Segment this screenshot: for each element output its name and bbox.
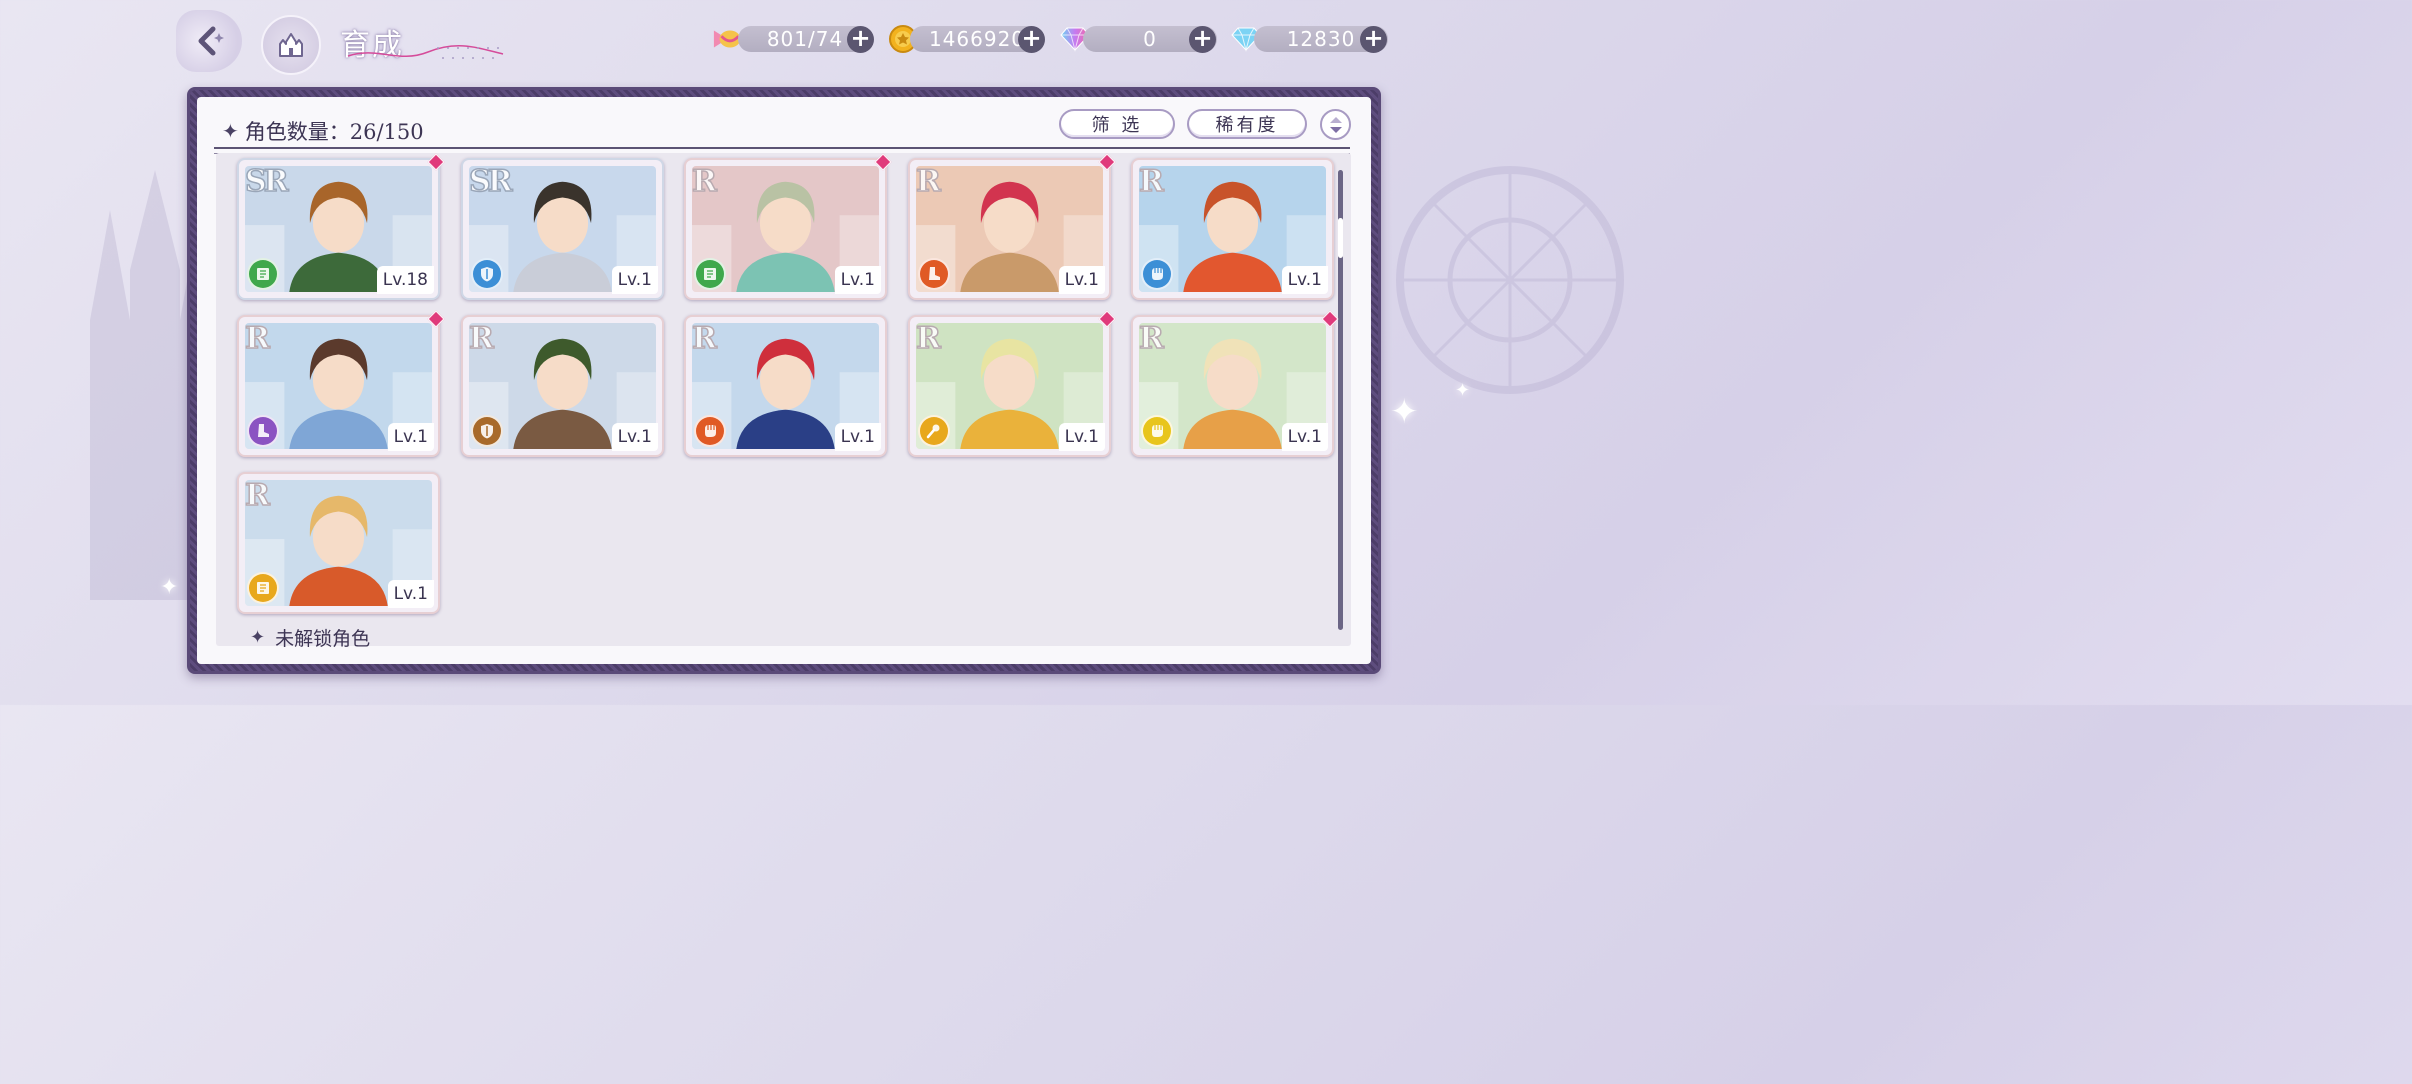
castle-home-icon <box>279 33 303 57</box>
level-label: Lv.1 <box>834 423 881 451</box>
character-card[interactable]: SR Lv.18 <box>237 153 445 300</box>
boot-icon <box>247 415 279 447</box>
staff-icon <box>918 415 950 447</box>
book-icon <box>247 258 279 290</box>
character-card[interactable]: R Lv.1 <box>237 310 445 457</box>
sparkle-decoration: ✦ <box>1455 380 1471 401</box>
book-icon <box>247 572 279 604</box>
add-gold-button[interactable]: + <box>1018 26 1045 53</box>
sparkle-bullet-icon: ✦ <box>222 119 239 143</box>
fist-icon <box>1141 415 1173 447</box>
locked-characters-section: ✦ 未解锁角色 <box>250 624 370 651</box>
scrollbar-thumb[interactable] <box>1338 218 1343 258</box>
boot-icon <box>918 258 950 290</box>
level-label: Lv.18 <box>376 266 434 294</box>
sort-order-toggle[interactable] <box>1320 109 1351 140</box>
shield-icon <box>471 258 503 290</box>
title-underline-decoration <box>347 45 504 59</box>
character-card[interactable]: R Lv.1 <box>684 315 887 457</box>
home-button[interactable] <box>261 15 321 75</box>
rarity-badge: R <box>915 320 941 357</box>
rarity-badge: R <box>691 163 717 200</box>
rarity-badge: R <box>244 320 270 357</box>
rarity-badge: R <box>1138 320 1164 357</box>
sort-rarity-button[interactable]: 稀有度 <box>1187 109 1307 139</box>
back-arrow-icon <box>198 26 224 56</box>
rarity-badge: SR <box>244 163 289 200</box>
level-label: Lv.1 <box>387 580 434 608</box>
shield-icon <box>471 415 503 447</box>
locked-characters-label: 未解锁角色 <box>275 628 371 650</box>
sparkle-bullet-icon: ✦ <box>250 627 266 648</box>
back-button[interactable] <box>176 10 242 72</box>
level-label: Lv.1 <box>1281 266 1328 294</box>
level-label: Lv.1 <box>611 423 658 451</box>
character-card[interactable]: SR Lv.1 <box>461 158 664 300</box>
level-label: Lv.1 <box>611 266 658 294</box>
rarity-badge: SR <box>468 163 513 200</box>
ferris-wheel-decoration <box>1396 166 1624 394</box>
level-label: Lv.1 <box>834 266 881 294</box>
rarity-badge: R <box>468 320 494 357</box>
sort-arrows-icon <box>1329 116 1342 133</box>
rarity-badge: R <box>691 320 717 357</box>
character-card[interactable]: R Lv.1 <box>237 472 440 614</box>
fist-icon <box>694 415 726 447</box>
character-card[interactable]: R Lv.1 <box>461 315 664 457</box>
level-label: Lv.1 <box>1281 423 1328 451</box>
rarity-badge: R <box>915 163 941 200</box>
book-icon <box>694 258 726 290</box>
rarity-badge: R <box>1138 163 1164 200</box>
level-label: Lv.1 <box>387 423 434 451</box>
sparkle-decoration: ✦ <box>160 575 179 600</box>
character-card[interactable]: R Lv.1 <box>1131 158 1334 300</box>
filter-button[interactable]: 筛 选 <box>1059 109 1175 139</box>
add-stamina-button[interactable]: + <box>847 26 874 53</box>
add-paid-gem-button[interactable]: + <box>1189 26 1216 53</box>
character-card[interactable]: R Lv.1 <box>1131 310 1339 457</box>
character-count-label: 角色数量：26/150 <box>244 120 424 144</box>
sparkle-decoration: ✦ <box>1390 392 1419 432</box>
level-label: Lv.1 <box>1058 423 1105 451</box>
character-card[interactable]: R Lv.1 <box>684 153 892 300</box>
level-label: Lv.1 <box>1058 266 1105 294</box>
fist-icon <box>1141 258 1173 290</box>
add-diamond-button[interactable]: + <box>1360 26 1387 53</box>
character-card[interactable]: R Lv.1 <box>908 153 1116 300</box>
rarity-badge: R <box>244 477 270 514</box>
character-count-header: ✦ 角色数量：26/150 <box>222 116 424 146</box>
character-card[interactable]: R Lv.1 <box>908 310 1116 457</box>
